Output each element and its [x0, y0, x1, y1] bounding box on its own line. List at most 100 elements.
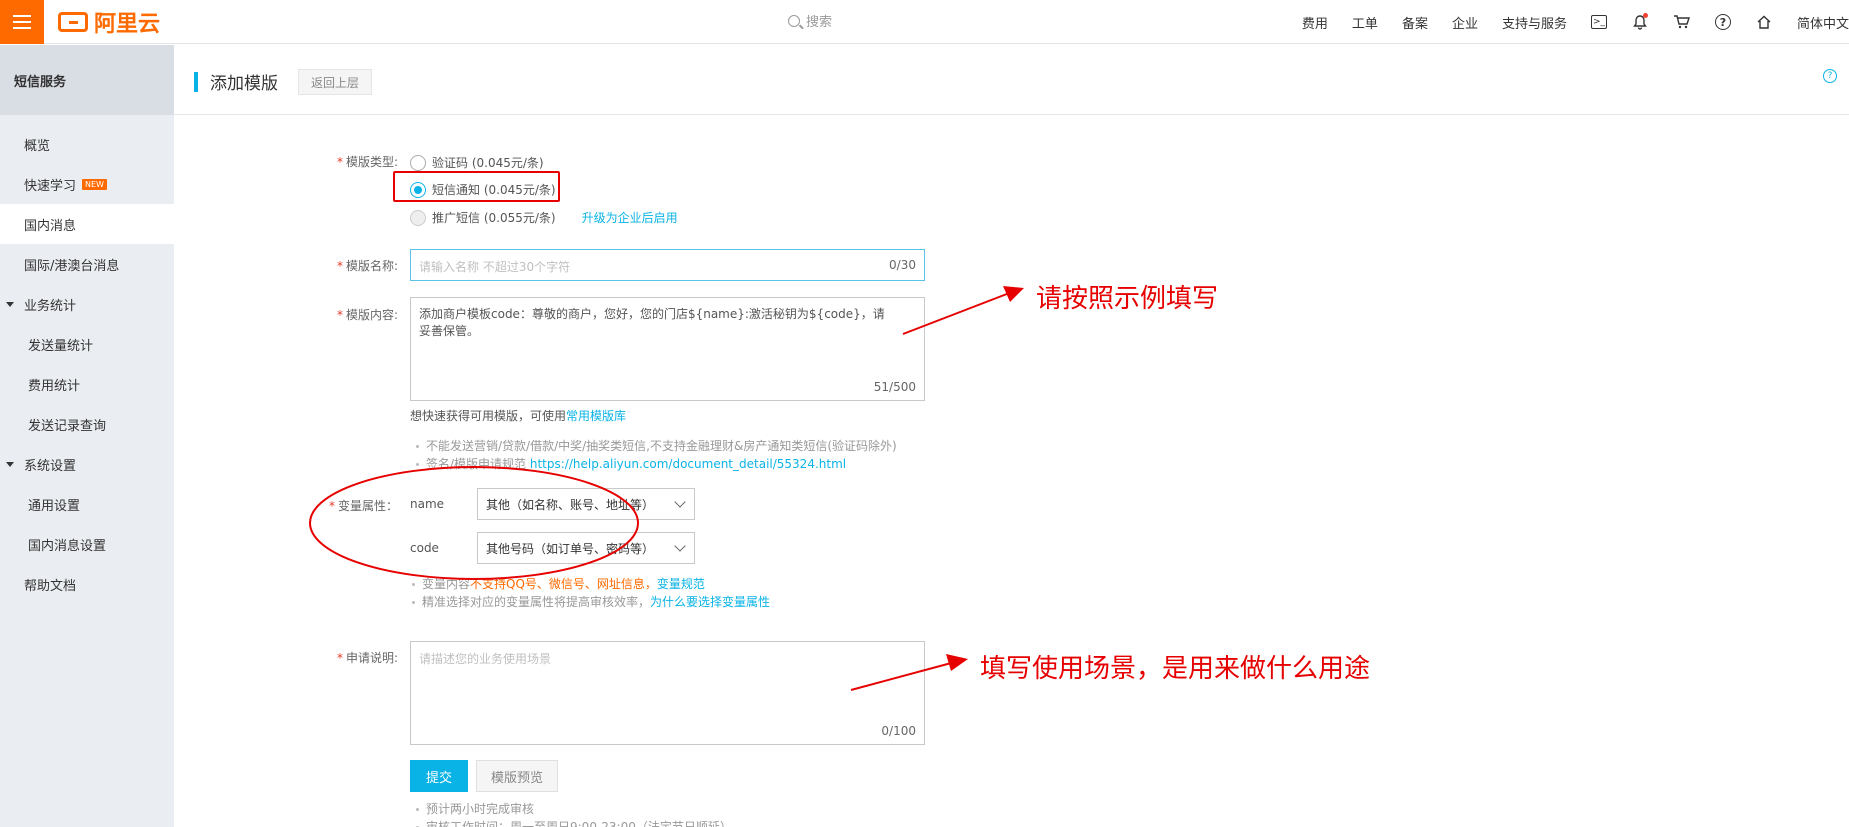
search-box[interactable]: 搜索	[788, 11, 832, 30]
page-header: 添加模版 返回上层 ?	[174, 45, 1849, 115]
note-warning: 不支持QQ号、微信号、网址信息，	[470, 577, 657, 591]
nav-icp[interactable]: 备案	[1402, 13, 1428, 32]
bell-icon[interactable]	[1631, 13, 1649, 31]
sidebar-item-help-docs[interactable]: 帮助文档	[0, 564, 174, 604]
note-text: 变量内容	[422, 577, 471, 591]
note-item: 预计两小时完成审核	[412, 800, 732, 818]
var-code-label: code	[410, 541, 439, 555]
radio-circle-disabled	[410, 209, 426, 226]
template-name-label: * 模版名称:	[336, 259, 398, 273]
annotation-arrow-head	[946, 654, 968, 671]
sidebar-group-settings[interactable]: 系统设置	[0, 444, 174, 484]
nav-fees[interactable]: 费用	[1302, 13, 1328, 32]
sidebar-item-label: 快速学习	[24, 178, 77, 194]
menu-icon[interactable]	[0, 0, 44, 44]
select-value: 其他（如名称、账号、地址等）	[486, 497, 655, 512]
logo-text: 阿里云	[94, 12, 161, 37]
template-content-textarea[interactable]: 添加商户模板code：尊敬的商户，您好，您的门店${name}:激活秘钥为${c…	[410, 297, 925, 401]
template-library-link[interactable]: 常用模版库	[566, 409, 626, 423]
char-counter: 0/100	[881, 724, 916, 738]
sidebar-item-label: 帮助文档	[24, 578, 77, 594]
content-notes: 不能发送营销/贷款/借款/中奖/抽奖类短信,不支持金融理财&房产通知类短信(验证…	[412, 437, 897, 473]
sidebar-item-label: 费用统计	[28, 378, 81, 394]
aliyun-logo[interactable]: 阿里云	[58, 9, 161, 37]
template-content-label: * 模版内容:	[336, 308, 398, 322]
char-counter: 0/30	[889, 258, 916, 272]
sidebar-item-label: 国内消息	[24, 218, 77, 234]
language-switch[interactable]: 简体中文	[1797, 13, 1849, 32]
var-code-select[interactable]: 其他号码（如订单号、密码等）	[477, 532, 695, 564]
top-nav: 费用 工单 备案 企业 支持与服务 >_ ? 简体中文	[1278, 0, 1849, 44]
page-help-icon[interactable]: ?	[1823, 69, 1837, 83]
textarea-placeholder: 请描述您的业务使用场景	[419, 652, 552, 666]
sidebar-item-label: 概览	[24, 138, 51, 154]
sidebar-title: 短信服务	[0, 45, 174, 115]
note-item: 精准选择对应的变量属性将提高审核效率，为什么要选择变量属性	[408, 593, 770, 611]
nav-enterprise[interactable]: 企业	[1452, 13, 1478, 32]
note-item: 审核工作时间：周一至周日9:00-23:00（法定节日顺延）	[412, 818, 732, 827]
caret-down-icon	[6, 461, 14, 467]
terminal-icon[interactable]: >_	[1590, 15, 1607, 29]
sidebar-item-domestic[interactable]: 国内消息	[0, 204, 174, 244]
sidebar-item-label: 发送记录查询	[28, 418, 107, 434]
note-text: 签名/模版申请规范	[426, 457, 527, 471]
sidebar-item-label: 通用设置	[28, 498, 81, 514]
sidebar-item-label: 国内消息设置	[28, 538, 107, 554]
note-item: 变量内容不支持QQ号、微信号、网址信息，变量规范	[408, 575, 770, 593]
upgrade-link[interactable]: 升级为企业后启用	[582, 209, 678, 226]
radio-label: 推广短信 (0.055元/条)	[432, 211, 556, 225]
sidebar-group-stats[interactable]: 业务统计	[0, 284, 174, 324]
note-item: 不能发送营销/贷款/借款/中奖/抽奖类短信,不支持金融理财&房产通知类短信(验证…	[412, 437, 897, 455]
top-bar: 阿里云 搜索 费用 工单 备案 企业 支持与服务 >_ ? 简体中文	[0, 0, 1849, 44]
sidebar-item-quick-learn[interactable]: 快速学习 NEW	[0, 164, 174, 204]
help-icon[interactable]: ?	[1714, 14, 1731, 30]
preview-button[interactable]: 模版预览	[476, 760, 558, 792]
back-button[interactable]: 返回上层	[298, 69, 373, 95]
nav-support[interactable]: 支持与服务	[1502, 13, 1567, 32]
annotation-arrow-head	[1003, 286, 1024, 302]
search-placeholder: 搜索	[806, 15, 833, 30]
label-text: 变量属性：	[337, 499, 398, 513]
submit-button[interactable]: 提交	[410, 760, 468, 792]
label-text: 模版类型:	[345, 155, 398, 169]
review-notes: 预计两小时完成审核 审核工作时间：周一至周日9:00-23:00（法定节日顺延）	[412, 800, 732, 827]
caret-down-icon	[6, 301, 14, 307]
var-name-select[interactable]: 其他（如名称、账号、地址等）	[477, 488, 695, 520]
radio-verification-code[interactable]: 验证码 (0.045元/条)	[410, 154, 544, 171]
sidebar-item-intl[interactable]: 国际/港澳台消息	[0, 244, 174, 284]
sidebar-item-domestic-settings[interactable]: 国内消息设置	[0, 524, 174, 564]
cart-icon[interactable]	[1673, 13, 1691, 31]
nav-tickets[interactable]: 工单	[1352, 13, 1378, 32]
label-text: 模版内容:	[345, 308, 398, 322]
char-counter: 51/500	[873, 380, 916, 394]
note-item: 签名/模版申请规范 https://help.aliyun.com/docume…	[412, 455, 897, 473]
why-variable-link[interactable]: 为什么要选择变量属性	[650, 595, 770, 609]
label-text: 申请说明:	[345, 651, 398, 665]
textarea-value: 添加商户模板code：尊敬的商户，您好，您的门店${name}:激活秘钥为${c…	[419, 307, 885, 338]
sidebar-item-overview[interactable]: 概览	[0, 124, 174, 164]
sidebar-item-cost-stats[interactable]: 费用统计	[0, 364, 174, 404]
radio-circle[interactable]	[410, 154, 426, 171]
label-text: 模版名称:	[345, 259, 398, 273]
home-icon[interactable]	[1755, 13, 1773, 31]
variable-spec-link[interactable]: 变量规范	[657, 577, 705, 591]
annotation-text-example: 请按照示例填写	[1036, 284, 1219, 314]
title-accent-bar	[194, 72, 198, 92]
template-name-input[interactable]: 请输入名称 不超过30个字符 0/30	[410, 249, 925, 281]
logo-mark-icon	[58, 12, 88, 32]
spec-link[interactable]: https://help.aliyun.com/document_detail/…	[530, 457, 846, 471]
annotation-text-scenario: 填写使用场景，是用来做什么用途	[980, 654, 1371, 684]
chevron-down-icon	[674, 496, 686, 508]
variable-attr-label: * 变量属性：	[328, 499, 398, 513]
sidebar-item-send-stats[interactable]: 发送量统计	[0, 324, 174, 364]
sidebar-item-record-query[interactable]: 发送记录查询	[0, 404, 174, 444]
search-icon	[788, 14, 800, 27]
input-placeholder: 请输入名称 不超过30个字符	[419, 260, 571, 274]
notification-dot	[1642, 13, 1648, 18]
highlight-box	[393, 171, 560, 202]
description-label: * 申请说明:	[336, 651, 398, 665]
sidebar-group-label: 业务统计	[24, 298, 77, 314]
description-textarea[interactable]: 请描述您的业务使用场景 0/100	[410, 641, 925, 745]
sidebar: 短信服务 概览 快速学习 NEW 国内消息 国际/港澳台消息 业务统计 发送量统计…	[0, 45, 174, 827]
sidebar-item-general-settings[interactable]: 通用设置	[0, 484, 174, 524]
